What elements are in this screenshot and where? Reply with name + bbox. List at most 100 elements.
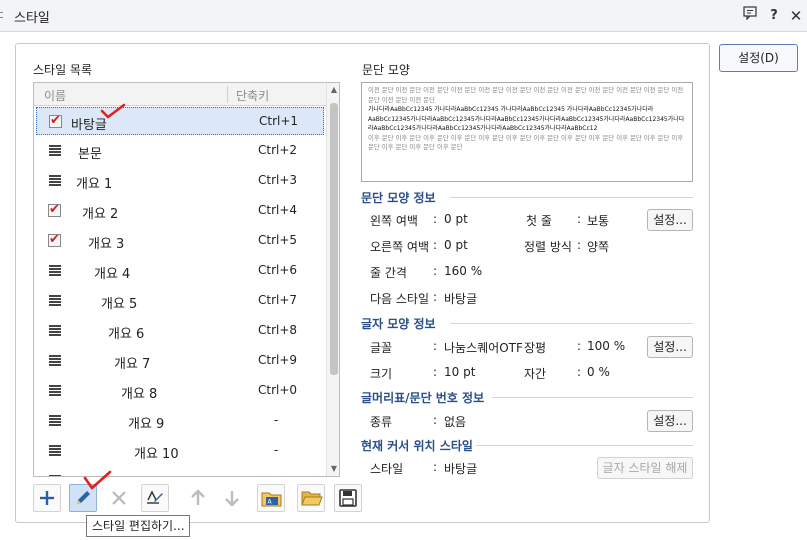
title-bar: 스타일 ? ✕ — [0, 0, 807, 32]
style-row[interactable]: 개요 8 Ctrl+0 — [36, 377, 324, 405]
list-header: 이름 단축키 — [34, 83, 326, 106]
cursor-style-value: 바탕글 — [444, 462, 478, 476]
separator: : — [433, 460, 438, 474]
right-margin-label: 오른쪽 여백 — [370, 240, 430, 254]
preview-next-text: 이후 문단 이후 문단 이후 문단 이후 문단 이후 문단 이후 문단 이후 문… — [368, 133, 684, 152]
import-style-button[interactable]: A — [257, 484, 285, 512]
list-scrollbar[interactable]: ▲ ▼ — [326, 83, 339, 476]
clear-char-style-button[interactable]: 글자 스타일 해제 — [597, 457, 693, 479]
style-shortcut: Ctrl+8 — [258, 323, 298, 337]
style-shortcut: Ctrl+6 — [258, 263, 298, 277]
apply-style-button[interactable]: 설정(D) — [719, 44, 798, 72]
arrow-up-icon — [191, 489, 205, 505]
ratio-label: 장평 — [524, 341, 547, 355]
left-margin-value: 0 pt — [444, 212, 468, 226]
open-folder-icon — [301, 491, 323, 506]
paragraph-preview: 이전 문단 이전 문단 이전 문단 이전 문단 이전 문단 이전 문단 이전 문… — [361, 82, 693, 182]
plus-icon — [40, 491, 54, 505]
separator: : — [433, 264, 438, 278]
divider — [450, 323, 693, 324]
text-lines-icon — [48, 354, 62, 368]
line-spacing-label: 줄 간격 — [370, 266, 407, 280]
style-name: 본문 — [78, 147, 102, 162]
style-row[interactable]: 개요 6 Ctrl+8 — [36, 317, 324, 345]
first-line-label: 첫 줄 — [526, 214, 552, 228]
separator: : — [433, 212, 438, 226]
scroll-thumb[interactable] — [330, 103, 338, 375]
style-row[interactable]: 본문 Ctrl+2 — [36, 137, 324, 165]
open-folder-button[interactable] — [297, 484, 325, 512]
replace-style-button[interactable] — [141, 484, 169, 512]
separator: : — [577, 339, 582, 353]
separator: : — [433, 413, 438, 427]
preview-prev-text: 이전 문단 이전 문단 이전 문단 이전 문단 이전 문단 이전 문단 이전 문… — [368, 86, 684, 104]
style-shortcut: Ctrl+9 — [258, 353, 298, 367]
bullet-settings-button[interactable]: 설정... — [647, 410, 693, 432]
style-shortcut: - — [274, 443, 279, 457]
save-disk-icon — [339, 489, 357, 507]
style-row[interactable]: 개요 4 Ctrl+6 — [36, 257, 324, 285]
cursor-style-label: 스타일 — [370, 462, 404, 476]
style-row[interactable]: ✔ 개요 2 Ctrl+4 — [36, 197, 324, 225]
style-shortcut: Ctrl+7 — [258, 293, 298, 307]
style-row[interactable]: 개요 5 Ctrl+7 — [36, 287, 324, 315]
separator: : — [577, 212, 582, 226]
bullet-kind-value: 없음 — [444, 415, 467, 429]
move-down-button[interactable] — [218, 484, 246, 512]
style-row[interactable] — [36, 467, 324, 476]
text-lines-icon — [48, 474, 62, 476]
edge-mark — [0, 12, 3, 13]
annotation-check-icon — [83, 470, 112, 490]
help-question-icon[interactable]: ? — [764, 6, 784, 26]
bullet-kind-label: 종류 — [370, 415, 393, 429]
style-shortcut: Ctrl+3 — [258, 173, 298, 187]
separator: : — [433, 290, 438, 304]
style-row[interactable]: 개요 9 - — [36, 407, 324, 435]
align-label: 정렬 방식 — [524, 240, 572, 254]
ratio-value: 100 % — [587, 339, 626, 353]
column-name-header[interactable]: 이름 — [44, 87, 66, 104]
add-style-button[interactable] — [33, 484, 61, 512]
style-row[interactable]: 개요 7 Ctrl+9 — [36, 347, 324, 375]
style-list[interactable]: 이름 단축키 ✔ 바탕글 Ctrl+1 본문 Ctrl+2 개요 1 Ctrl+3 ✔ 개요 2… — [33, 82, 340, 477]
style-list-label: 스타일 목록 — [33, 63, 93, 77]
scroll-down-icon[interactable]: ▼ — [329, 464, 339, 473]
char-settings-button[interactable]: 설정... — [647, 336, 693, 358]
size-value: 10 pt — [444, 365, 476, 379]
style-row[interactable]: 개요 1 Ctrl+3 — [36, 167, 324, 195]
close-icon[interactable]: ✕ — [786, 6, 806, 26]
separator: : — [577, 365, 582, 379]
style-row[interactable]: ✔ 바탕글 Ctrl+1 — [36, 107, 324, 135]
next-style-label: 다음 스타일 — [370, 292, 430, 306]
style-name: 개요 5 — [101, 297, 138, 312]
para-settings-button[interactable]: 설정... — [647, 209, 693, 231]
style-shortcut: Ctrl+0 — [258, 383, 298, 397]
align-value: 양쪽 — [587, 240, 610, 254]
scroll-up-icon[interactable]: ▲ — [329, 85, 339, 94]
chat-help-icon[interactable] — [740, 6, 760, 26]
bullet-info-heading: 글머리표/문단 번호 정보 — [361, 391, 485, 405]
arrow-down-icon — [225, 491, 239, 507]
style-shortcut: - — [274, 413, 279, 427]
para-info-heading: 문단 모양 정보 — [361, 191, 436, 205]
separator: : — [577, 238, 582, 252]
save-style-button[interactable] — [334, 484, 362, 512]
style-shortcut: Ctrl+5 — [258, 233, 298, 247]
move-up-button[interactable] — [184, 484, 212, 512]
window-title: 스타일 — [14, 11, 50, 26]
style-row[interactable]: 개요 10 - — [36, 437, 324, 465]
import-folder-icon: A — [261, 492, 282, 507]
text-lines-icon — [48, 324, 62, 338]
style-name: 개요 6 — [108, 327, 145, 342]
text-lines-icon — [48, 444, 62, 458]
style-name: 개요 7 — [114, 357, 151, 372]
paragraph-style-icon: ✔ — [49, 113, 62, 128]
style-name: 개요 9 — [128, 417, 165, 432]
divider — [492, 397, 693, 398]
column-shortcut-header[interactable]: 단축키 — [236, 87, 269, 104]
style-name: 개요 4 — [94, 267, 131, 282]
first-line-value: 보통 — [587, 214, 610, 228]
size-label: 크기 — [370, 367, 393, 381]
style-row[interactable]: ✔ 개요 3 Ctrl+5 — [36, 227, 324, 255]
style-shortcut: Ctrl+2 — [258, 143, 298, 157]
